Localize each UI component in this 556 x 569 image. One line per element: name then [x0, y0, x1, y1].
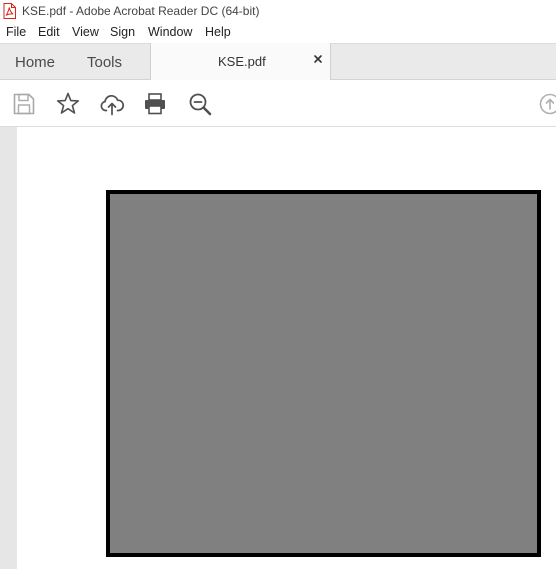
- tab-document[interactable]: KSE.pdf: [150, 43, 331, 80]
- title-bar: KSE.pdf - Adobe Acrobat Reader DC (64-bi…: [0, 0, 556, 23]
- print-icon[interactable]: [142, 91, 168, 117]
- tab-home[interactable]: Home: [15, 54, 55, 71]
- zoom-out-icon[interactable]: [187, 91, 213, 117]
- bookmark-star-icon[interactable]: [55, 91, 81, 117]
- menu-window[interactable]: Window: [148, 25, 192, 39]
- close-icon[interactable]: [311, 52, 325, 66]
- tab-document-label: KSE.pdf: [218, 54, 266, 69]
- toolbar: [0, 80, 556, 127]
- tab-bar: Home Tools KSE.pdf: [0, 43, 556, 80]
- menu-view[interactable]: View: [72, 25, 99, 39]
- window-title: KSE.pdf - Adobe Acrobat Reader DC (64-bi…: [22, 4, 260, 18]
- menu-file[interactable]: File: [6, 25, 26, 39]
- scroll-up-icon[interactable]: [537, 91, 556, 117]
- page-content-rectangle: [106, 190, 541, 557]
- pdf-icon: [3, 3, 16, 19]
- menu-sign[interactable]: Sign: [110, 25, 135, 39]
- upload-cloud-icon[interactable]: [99, 91, 125, 117]
- tab-tools[interactable]: Tools: [87, 54, 122, 71]
- menu-edit[interactable]: Edit: [38, 25, 60, 39]
- save-icon[interactable]: [11, 91, 37, 117]
- document-viewport[interactable]: [0, 127, 556, 569]
- menu-bar: File Edit View Sign Window Help: [0, 23, 556, 43]
- left-panel-gutter: [0, 127, 17, 569]
- menu-help[interactable]: Help: [205, 25, 231, 39]
